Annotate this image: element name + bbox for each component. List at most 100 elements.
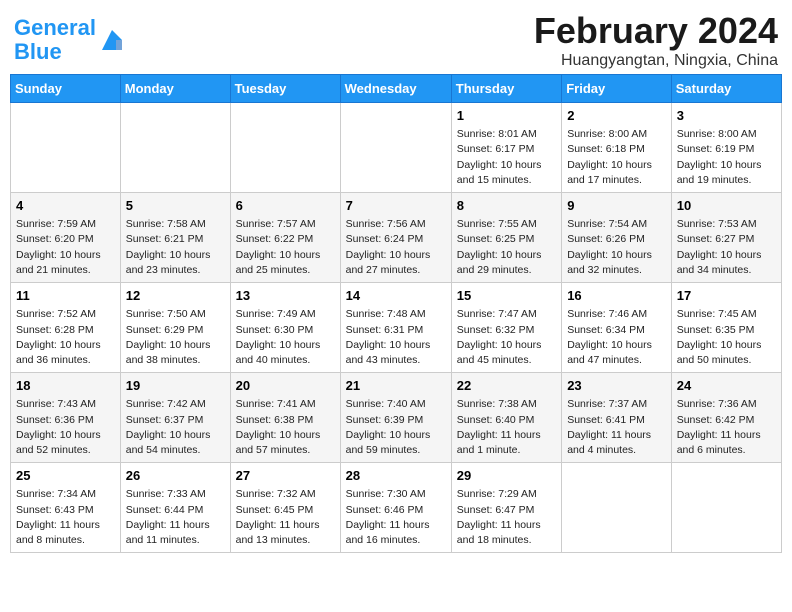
calendar-cell <box>11 103 121 193</box>
calendar-cell: 19 Sunrise: 7:42 AM Sunset: 6:37 PM Dayli… <box>120 373 230 463</box>
day-info: Sunrise: 7:53 AM Sunset: 6:27 PM Dayligh… <box>677 217 776 278</box>
day-info: Sunrise: 7:59 AM Sunset: 6:20 PM Dayligh… <box>16 217 115 278</box>
calendar-cell: 17Sunrise: 7:45 AM Sunset: 6:35 PM Dayli… <box>671 283 781 373</box>
day-info: Sunrise: 7:54 AM Sunset: 6:26 PM Dayligh… <box>567 217 666 278</box>
day-info: Sunrise: 7:43 AM Sunset: 6:36 PM Dayligh… <box>16 397 115 458</box>
logo-icon <box>98 26 126 54</box>
title-area: February 2024 Huangyangtan, Ningxia, Chi… <box>534 10 778 70</box>
calendar-cell: 8 Sunrise: 7:55 AM Sunset: 6:25 PM Daylig… <box>451 193 561 283</box>
calendar-table: SundayMondayTuesdayWednesdayThursdayFrid… <box>10 74 782 553</box>
day-number: 23 <box>567 377 666 395</box>
day-number: 19 <box>126 377 225 395</box>
weekday-header: Sunday <box>11 75 121 103</box>
day-info: Sunrise: 7:34 AM Sunset: 6:43 PM Dayligh… <box>16 487 115 548</box>
day-info: Sunrise: 7:45 AM Sunset: 6:35 PM Dayligh… <box>677 307 776 368</box>
day-info: Sunrise: 7:41 AM Sunset: 6:38 PM Dayligh… <box>236 397 335 458</box>
calendar-cell <box>340 103 451 193</box>
day-info: Sunrise: 7:30 AM Sunset: 6:46 PM Dayligh… <box>346 487 446 548</box>
day-number: 22 <box>457 377 556 395</box>
calendar-cell <box>230 103 340 193</box>
calendar-cell: 6 Sunrise: 7:57 AM Sunset: 6:22 PM Daylig… <box>230 193 340 283</box>
day-number: 9 <box>567 197 666 215</box>
day-number: 11 <box>16 287 115 305</box>
calendar-week-row: 11 Sunrise: 7:52 AM Sunset: 6:28 PM Dayli… <box>11 283 782 373</box>
weekday-header: Monday <box>120 75 230 103</box>
weekday-header: Friday <box>562 75 672 103</box>
day-info: Sunrise: 7:52 AM Sunset: 6:28 PM Dayligh… <box>16 307 115 368</box>
weekday-header: Wednesday <box>340 75 451 103</box>
calendar-cell: 24 Sunrise: 7:36 AM Sunset: 6:42 PM Dayli… <box>671 373 781 463</box>
day-number: 6 <box>236 197 335 215</box>
weekday-header: Thursday <box>451 75 561 103</box>
day-number: 13 <box>236 287 335 305</box>
day-number: 10 <box>677 197 776 215</box>
day-info: Sunrise: 7:36 AM Sunset: 6:42 PM Dayligh… <box>677 397 776 458</box>
day-info: Sunrise: 7:29 AM Sunset: 6:47 PM Dayligh… <box>457 487 556 548</box>
day-info: Sunrise: 8:01 AM Sunset: 6:17 PM Dayligh… <box>457 127 556 188</box>
day-info: Sunrise: 7:47 AM Sunset: 6:32 PM Dayligh… <box>457 307 556 368</box>
calendar-week-row: 25 Sunrise: 7:34 AM Sunset: 6:43 PM Dayli… <box>11 463 782 553</box>
calendar-cell: 21Sunrise: 7:40 AM Sunset: 6:39 PM Dayli… <box>340 373 451 463</box>
calendar-cell: 5 Sunrise: 7:58 AM Sunset: 6:21 PM Daylig… <box>120 193 230 283</box>
day-info: Sunrise: 7:48 AM Sunset: 6:31 PM Dayligh… <box>346 307 446 368</box>
calendar-week-row: 4 Sunrise: 7:59 AM Sunset: 6:20 PM Daylig… <box>11 193 782 283</box>
day-info: Sunrise: 7:50 AM Sunset: 6:29 PM Dayligh… <box>126 307 225 368</box>
calendar-cell: 14 Sunrise: 7:48 AM Sunset: 6:31 PM Dayli… <box>340 283 451 373</box>
day-number: 16 <box>567 287 666 305</box>
day-number: 4 <box>16 197 115 215</box>
day-number: 14 <box>346 287 446 305</box>
calendar-cell: 27 Sunrise: 7:32 AM Sunset: 6:45 PM Dayli… <box>230 463 340 553</box>
calendar-cell: 1Sunrise: 8:01 AM Sunset: 6:17 PM Daylig… <box>451 103 561 193</box>
calendar-cell: 22 Sunrise: 7:38 AM Sunset: 6:40 PM Dayli… <box>451 373 561 463</box>
calendar-cell: 18Sunrise: 7:43 AM Sunset: 6:36 PM Dayli… <box>11 373 121 463</box>
calendar-cell <box>671 463 781 553</box>
page-header: General Blue February 2024 Huangyangtan,… <box>10 10 782 70</box>
day-info: Sunrise: 7:32 AM Sunset: 6:45 PM Dayligh… <box>236 487 335 548</box>
day-info: Sunrise: 7:33 AM Sunset: 6:44 PM Dayligh… <box>126 487 225 548</box>
day-info: Sunrise: 7:42 AM Sunset: 6:37 PM Dayligh… <box>126 397 225 458</box>
day-number: 12 <box>126 287 225 305</box>
day-info: Sunrise: 7:57 AM Sunset: 6:22 PM Dayligh… <box>236 217 335 278</box>
day-info: Sunrise: 7:38 AM Sunset: 6:40 PM Dayligh… <box>457 397 556 458</box>
calendar-cell: 7 Sunrise: 7:56 AM Sunset: 6:24 PM Daylig… <box>340 193 451 283</box>
calendar-cell <box>562 463 672 553</box>
day-number: 21 <box>346 377 446 395</box>
calendar-cell: 15 Sunrise: 7:47 AM Sunset: 6:32 PM Dayli… <box>451 283 561 373</box>
day-number: 29 <box>457 467 556 485</box>
day-info: Sunrise: 7:46 AM Sunset: 6:34 PM Dayligh… <box>567 307 666 368</box>
calendar-cell: 13 Sunrise: 7:49 AM Sunset: 6:30 PM Dayli… <box>230 283 340 373</box>
calendar-cell: 28 Sunrise: 7:30 AM Sunset: 6:46 PM Dayli… <box>340 463 451 553</box>
calendar-cell: 10 Sunrise: 7:53 AM Sunset: 6:27 PM Dayli… <box>671 193 781 283</box>
day-number: 5 <box>126 197 225 215</box>
calendar-week-row: 1Sunrise: 8:01 AM Sunset: 6:17 PM Daylig… <box>11 103 782 193</box>
day-info: Sunrise: 7:55 AM Sunset: 6:25 PM Dayligh… <box>457 217 556 278</box>
calendar-week-row: 18Sunrise: 7:43 AM Sunset: 6:36 PM Dayli… <box>11 373 782 463</box>
logo-text: General Blue <box>14 16 96 64</box>
day-info: Sunrise: 8:00 AM Sunset: 6:19 PM Dayligh… <box>677 127 776 188</box>
calendar-cell: 20 Sunrise: 7:41 AM Sunset: 6:38 PM Dayli… <box>230 373 340 463</box>
day-number: 25 <box>16 467 115 485</box>
calendar-cell: 26Sunrise: 7:33 AM Sunset: 6:44 PM Dayli… <box>120 463 230 553</box>
calendar-cell: 25 Sunrise: 7:34 AM Sunset: 6:43 PM Dayli… <box>11 463 121 553</box>
calendar-cell: 11 Sunrise: 7:52 AM Sunset: 6:28 PM Dayli… <box>11 283 121 373</box>
day-number: 15 <box>457 287 556 305</box>
day-info: Sunrise: 7:58 AM Sunset: 6:21 PM Dayligh… <box>126 217 225 278</box>
calendar-header-row: SundayMondayTuesdayWednesdayThursdayFrid… <box>11 75 782 103</box>
day-number: 8 <box>457 197 556 215</box>
calendar-cell: 3Sunrise: 8:00 AM Sunset: 6:19 PM Daylig… <box>671 103 781 193</box>
calendar-cell: 23Sunrise: 7:37 AM Sunset: 6:41 PM Dayli… <box>562 373 672 463</box>
day-info: Sunrise: 7:56 AM Sunset: 6:24 PM Dayligh… <box>346 217 446 278</box>
calendar-subtitle: Huangyangtan, Ningxia, China <box>534 52 778 70</box>
day-number: 28 <box>346 467 446 485</box>
weekday-header: Saturday <box>671 75 781 103</box>
weekday-header: Tuesday <box>230 75 340 103</box>
calendar-cell: 12 Sunrise: 7:50 AM Sunset: 6:29 PM Dayli… <box>120 283 230 373</box>
day-number: 20 <box>236 377 335 395</box>
day-number: 27 <box>236 467 335 485</box>
day-number: 7 <box>346 197 446 215</box>
calendar-cell: 16 Sunrise: 7:46 AM Sunset: 6:34 PM Dayli… <box>562 283 672 373</box>
calendar-cell: 2Sunrise: 8:00 AM Sunset: 6:18 PM Daylig… <box>562 103 672 193</box>
calendar-title: February 2024 <box>534 10 778 52</box>
day-number: 24 <box>677 377 776 395</box>
day-info: Sunrise: 7:49 AM Sunset: 6:30 PM Dayligh… <box>236 307 335 368</box>
